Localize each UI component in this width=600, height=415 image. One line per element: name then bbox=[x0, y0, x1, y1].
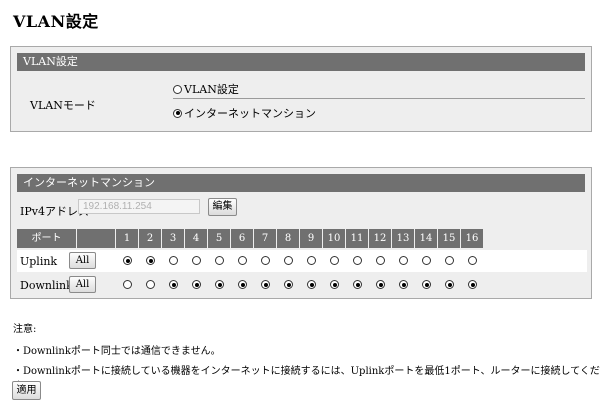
uplink-row: Uplink All bbox=[17, 250, 587, 272]
uplink-port-14-radio[interactable] bbox=[422, 256, 431, 265]
ipv4-address-input[interactable] bbox=[78, 199, 200, 214]
note-line-1: ・Downlinkポート同士では通信できません。 bbox=[13, 346, 221, 357]
downlink-port-15-radio[interactable] bbox=[445, 280, 454, 289]
uplink-port-13-radio[interactable] bbox=[399, 256, 408, 265]
port-header-label: ポート bbox=[17, 229, 77, 248]
port-header-2: 2 bbox=[139, 229, 162, 248]
downlink-label: Downlink bbox=[20, 279, 73, 292]
internet-mansion-header: インターネットマンション bbox=[17, 174, 585, 192]
downlink-port-3-radio[interactable] bbox=[169, 280, 178, 289]
page-title: VLAN設定 bbox=[13, 12, 99, 31]
port-header-1: 1 bbox=[116, 229, 139, 248]
uplink-port-6-radio[interactable] bbox=[238, 256, 247, 265]
port-header-15: 15 bbox=[438, 229, 461, 248]
uplink-port-8-radio[interactable] bbox=[284, 256, 293, 265]
uplink-port-9-radio[interactable] bbox=[307, 256, 316, 265]
vlan-mode-option-internet-mansion-label: インターネットマンション bbox=[184, 107, 316, 120]
downlink-port-13-radio[interactable] bbox=[399, 280, 408, 289]
vlan-mode-label: VLANモード bbox=[30, 99, 96, 112]
uplink-port-12-radio[interactable] bbox=[376, 256, 385, 265]
downlink-port-12-radio[interactable] bbox=[376, 280, 385, 289]
vlan-mode-radio-internet-mansion[interactable] bbox=[173, 108, 182, 118]
port-header-9: 9 bbox=[300, 229, 323, 248]
uplink-port-7-radio[interactable] bbox=[261, 256, 270, 265]
vlan-mode-option-internet-mansion[interactable]: インターネットマンション bbox=[173, 105, 316, 121]
uplink-port-15-radio[interactable] bbox=[445, 256, 454, 265]
downlink-port-5-radio[interactable] bbox=[215, 280, 224, 289]
apply-button[interactable]: 適用 bbox=[12, 381, 41, 400]
uplink-port-2-radio[interactable] bbox=[146, 256, 155, 265]
port-header-16: 16 bbox=[461, 229, 484, 248]
port-header-12: 12 bbox=[369, 229, 392, 248]
port-header-6: 6 bbox=[231, 229, 254, 248]
port-header-4: 4 bbox=[185, 229, 208, 248]
downlink-all-button[interactable]: All bbox=[69, 276, 96, 293]
port-header-5: 5 bbox=[208, 229, 231, 248]
note-line-2: ・Downlinkポートに接続している機器をインターネットに接続するには、Upl… bbox=[13, 366, 600, 392]
port-header-row: ポート 1 2 3 4 5 6 7 8 9 10 11 12 13 14 15 16 bbox=[17, 229, 587, 248]
downlink-row: Downlink All bbox=[17, 274, 587, 296]
notes-title: 注意: bbox=[13, 324, 37, 335]
downlink-port-10-radio[interactable] bbox=[330, 280, 339, 289]
option-divider bbox=[173, 98, 585, 99]
uplink-label: Uplink bbox=[20, 255, 58, 268]
port-header-14: 14 bbox=[415, 229, 438, 248]
vlan-settings-panel: VLAN設定 VLANモード VLAN設定 インターネットマンション bbox=[10, 46, 592, 132]
downlink-port-8-radio[interactable] bbox=[284, 280, 293, 289]
downlink-port-1-radio[interactable] bbox=[123, 280, 132, 289]
uplink-port-3-radio[interactable] bbox=[169, 256, 178, 265]
uplink-all-button[interactable]: All bbox=[69, 252, 96, 269]
internet-mansion-panel: インターネットマンション IPv4アドレス 編集 ポート 12345678910… bbox=[10, 167, 592, 299]
edit-button[interactable]: 編集 bbox=[208, 198, 237, 216]
uplink-port-16-radio[interactable] bbox=[468, 256, 477, 265]
port-header-3: 3 bbox=[162, 229, 185, 248]
port-header-13: 13 bbox=[392, 229, 415, 248]
uplink-port-5-radio[interactable] bbox=[215, 256, 224, 265]
vlan-mode-radio-vlan[interactable] bbox=[173, 84, 182, 94]
downlink-port-14-radio[interactable] bbox=[422, 280, 431, 289]
uplink-port-10-radio[interactable] bbox=[330, 256, 339, 265]
port-header-8: 8 bbox=[277, 229, 300, 248]
uplink-port-4-radio[interactable] bbox=[192, 256, 201, 265]
downlink-port-7-radio[interactable] bbox=[261, 280, 270, 289]
uplink-port-11-radio[interactable] bbox=[353, 256, 362, 265]
vlan-mode-option-vlan[interactable]: VLAN設定 bbox=[173, 81, 239, 97]
downlink-port-9-radio[interactable] bbox=[307, 280, 316, 289]
downlink-port-6-radio[interactable] bbox=[238, 280, 247, 289]
downlink-port-16-radio[interactable] bbox=[468, 280, 477, 289]
downlink-port-4-radio[interactable] bbox=[192, 280, 201, 289]
vlan-settings-header: VLAN設定 bbox=[17, 53, 585, 71]
port-header-11: 11 bbox=[346, 229, 369, 248]
port-header-all-column bbox=[77, 229, 116, 248]
downlink-port-2-radio[interactable] bbox=[146, 280, 155, 289]
uplink-port-1-radio[interactable] bbox=[123, 256, 132, 265]
port-header-filler bbox=[484, 229, 587, 248]
port-header-10: 10 bbox=[323, 229, 346, 248]
downlink-port-11-radio[interactable] bbox=[353, 280, 362, 289]
vlan-mode-option-vlan-label: VLAN設定 bbox=[184, 83, 239, 96]
port-header-7: 7 bbox=[254, 229, 277, 248]
